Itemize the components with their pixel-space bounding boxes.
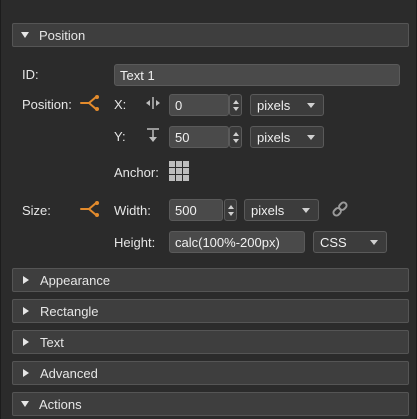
position-label: Position:	[22, 97, 72, 112]
collapsed-triangle-icon	[23, 276, 29, 284]
id-label: ID:	[22, 67, 39, 82]
y-stepper[interactable]	[229, 126, 242, 148]
horizontal-resize-icon	[146, 97, 160, 109]
x-unit-value: pixels	[257, 97, 291, 113]
chevron-down-icon	[370, 240, 378, 245]
y-unit-select[interactable]: pixels	[250, 126, 324, 148]
width-label: Width:	[114, 203, 151, 218]
collapsed-triangle-icon	[23, 338, 29, 346]
y-input[interactable]: 50	[169, 126, 229, 148]
width-unit-value: pixels	[251, 202, 285, 218]
expanded-triangle-icon	[21, 32, 29, 38]
section-label-advanced: Advanced	[40, 365, 98, 381]
height-unit-value: CSS	[320, 234, 347, 250]
section-label-actions: Actions	[39, 396, 82, 412]
step-up-icon[interactable]	[232, 131, 239, 136]
expanded-triangle-icon	[21, 401, 29, 407]
x-unit-select[interactable]: pixels	[250, 94, 324, 116]
chevron-down-icon	[307, 135, 315, 140]
position-link-icon[interactable]	[79, 94, 101, 112]
collapsed-triangle-icon	[23, 307, 29, 315]
anchor-label: Anchor:	[114, 165, 159, 180]
x-stepper[interactable]	[229, 94, 242, 116]
x-input[interactable]: 0	[169, 94, 229, 116]
chain-link-icon[interactable]	[331, 200, 349, 218]
chevron-down-icon	[307, 103, 315, 108]
width-unit-select[interactable]: pixels	[244, 199, 319, 221]
height-label: Height:	[114, 235, 156, 250]
section-header-appearance[interactable]: Appearance	[12, 268, 409, 292]
chevron-down-icon	[302, 208, 310, 213]
step-down-icon[interactable]	[232, 106, 239, 111]
collapsed-triangle-icon	[23, 369, 29, 377]
width-input[interactable]: 500	[169, 199, 223, 221]
y-unit-value: pixels	[257, 129, 291, 145]
section-label-text: Text	[40, 334, 64, 350]
step-down-icon[interactable]	[232, 138, 239, 143]
section-header-rectangle[interactable]: Rectangle	[12, 299, 409, 323]
height-input[interactable]: calc(100%-200px)	[169, 231, 305, 253]
section-header-text[interactable]: Text	[12, 330, 409, 354]
size-label: Size:	[22, 203, 51, 218]
anchor-grid-icon[interactable]	[169, 161, 190, 182]
section-header-actions[interactable]: Actions	[12, 392, 409, 416]
id-input[interactable]: Text 1	[114, 64, 400, 86]
size-link-icon[interactable]	[79, 200, 101, 218]
step-up-icon[interactable]	[227, 204, 234, 209]
x-label: X:	[114, 97, 127, 112]
section-label-appearance: Appearance	[40, 272, 111, 288]
section-label-rectangle: Rectangle	[40, 303, 99, 319]
width-stepper[interactable]	[224, 199, 237, 221]
section-label-position: Position	[39, 27, 86, 43]
section-header-position[interactable]: Position	[12, 23, 409, 47]
step-up-icon[interactable]	[232, 99, 239, 104]
vertical-align-icon	[147, 128, 159, 142]
properties-panel: Position ID: Text 1 Position: X: 0 pixel…	[0, 0, 417, 419]
y-label: Y:	[114, 129, 126, 144]
section-header-advanced[interactable]: Advanced	[12, 361, 409, 385]
height-unit-select[interactable]: CSS	[313, 231, 387, 253]
step-down-icon[interactable]	[227, 211, 234, 216]
